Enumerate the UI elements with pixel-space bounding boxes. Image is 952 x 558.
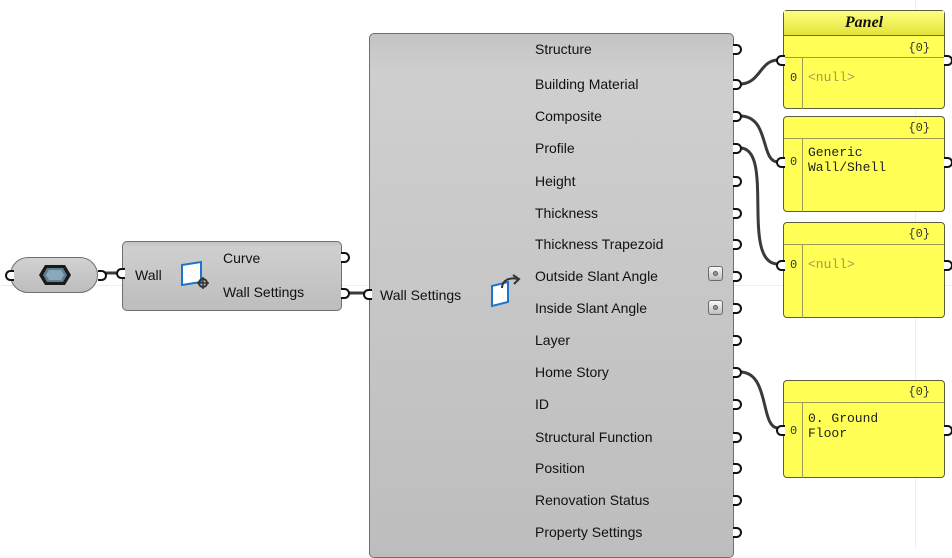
output-grip-structural-function[interactable] — [733, 432, 742, 443]
output-label-structure: Structure — [535, 41, 592, 57]
wire — [738, 114, 780, 164]
output-label-outside-slant-angle: Outside Slant Angle — [535, 268, 658, 284]
panel-input-grip[interactable] — [776, 55, 785, 66]
wire — [738, 58, 780, 86]
panel-path: {0} — [908, 41, 930, 55]
output-grip-position[interactable] — [733, 463, 742, 474]
output-grip-outside-slant-angle[interactable] — [733, 271, 742, 282]
output-grip-id[interactable] — [733, 399, 742, 410]
wall-settings-output-grip[interactable] — [341, 288, 350, 299]
panel-input-grip[interactable] — [776, 260, 785, 271]
output-label-id: ID — [535, 396, 549, 412]
output-label-home-story: Home Story — [535, 364, 609, 380]
inside-slant-angle-toggle[interactable] — [708, 300, 723, 315]
panel-composite[interactable]: {0} 0 Generic Wall/Shell — [776, 116, 952, 212]
curve-output-label: Curve — [223, 250, 261, 266]
panel-home-story[interactable]: {0} 0 0. Ground Floor — [776, 380, 952, 478]
output-label-position: Position — [535, 460, 585, 476]
source-input-grip[interactable] — [5, 270, 14, 281]
output-label-thickness-trapezoid: Thickness Trapezoid — [535, 236, 664, 252]
panel-value: <null> — [808, 70, 855, 85]
panel-path: {0} — [908, 385, 930, 399]
wall-settings-component[interactable]: Wall Curve Wall Settings — [116, 241, 350, 311]
wire — [738, 146, 780, 266]
panel-index-separator — [802, 139, 803, 212]
panel-item-index: 0 — [790, 258, 798, 272]
archicad-element-source[interactable] — [5, 257, 107, 293]
panel-output-grip[interactable] — [944, 157, 952, 168]
output-grip-profile[interactable] — [733, 143, 742, 154]
archicad-element-icon — [37, 263, 73, 287]
deconstruct-wall-settings-component[interactable]: Wall Settings Structure Building Materia… — [363, 33, 742, 558]
output-grip-property-settings[interactable] — [733, 527, 742, 538]
panel-divider — [784, 402, 944, 403]
wall-input-label: Wall — [135, 267, 162, 283]
panel-item-index: 0 — [790, 71, 798, 85]
output-label-layer: Layer — [535, 332, 571, 348]
panel-value: <null> — [808, 257, 855, 272]
output-grip-structure[interactable] — [733, 44, 742, 55]
panel-profile[interactable]: {0} 0 <null> — [776, 222, 952, 318]
wall-settings-input-grip[interactable] — [363, 289, 372, 300]
panel-divider — [784, 244, 944, 245]
wall-settings-icon — [179, 260, 211, 290]
panel-building-material[interactable]: Panel {0} 0 <null> — [776, 10, 952, 109]
panel-input-grip[interactable] — [776, 425, 785, 436]
source-output-grip[interactable] — [98, 270, 107, 281]
panel-path: {0} — [908, 227, 930, 241]
panel-index-separator — [802, 403, 803, 478]
output-label-height: Height — [535, 173, 576, 189]
output-grip-composite[interactable] — [733, 111, 742, 122]
outside-slant-angle-toggle[interactable] — [708, 266, 723, 281]
deconstruct-wall-icon — [488, 272, 524, 308]
output-label-renovation-status: Renovation Status — [535, 492, 650, 508]
output-grip-thickness-trapezoid[interactable] — [733, 239, 742, 250]
panel-output-grip[interactable] — [944, 55, 952, 66]
wall-input-grip[interactable] — [116, 268, 125, 279]
output-grip-inside-slant-angle[interactable] — [733, 303, 742, 314]
wire — [738, 370, 780, 430]
output-grip-renovation-status[interactable] — [733, 495, 742, 506]
wall-settings-input-label: Wall Settings — [380, 287, 462, 303]
output-grip-home-story[interactable] — [733, 367, 742, 378]
output-label-profile: Profile — [535, 140, 575, 156]
panel-divider — [784, 57, 944, 58]
panel-index-separator — [802, 58, 803, 109]
panel-title: Panel — [784, 11, 944, 36]
output-label-building-material: Building Material — [535, 76, 639, 92]
panel-item-index: 0 — [790, 155, 798, 169]
curve-output-grip[interactable] — [341, 252, 350, 263]
output-label-inside-slant-angle: Inside Slant Angle — [535, 300, 648, 316]
output-label-composite: Composite — [535, 108, 602, 124]
panel-item-index: 0 — [790, 424, 798, 438]
output-grip-building-material[interactable] — [733, 79, 742, 90]
panel-output-grip[interactable] — [944, 260, 952, 271]
output-label-thickness: Thickness — [535, 205, 599, 221]
panel-output-grip[interactable] — [944, 425, 952, 436]
output-grip-thickness[interactable] — [733, 208, 742, 219]
panel-path: {0} — [908, 121, 930, 135]
output-label-structural-function: Structural Function — [535, 429, 653, 445]
panel-input-grip[interactable] — [776, 157, 785, 168]
panel-divider — [784, 138, 944, 139]
panel-index-separator — [802, 245, 803, 318]
panel-value: Generic Wall/Shell — [808, 145, 887, 175]
output-grip-layer[interactable] — [733, 335, 742, 346]
panel-value: 0. Ground Floor — [808, 411, 879, 441]
wall-settings-output-label: Wall Settings — [223, 284, 305, 300]
output-grip-height[interactable] — [733, 176, 742, 187]
output-label-property-settings: Property Settings — [535, 524, 643, 540]
